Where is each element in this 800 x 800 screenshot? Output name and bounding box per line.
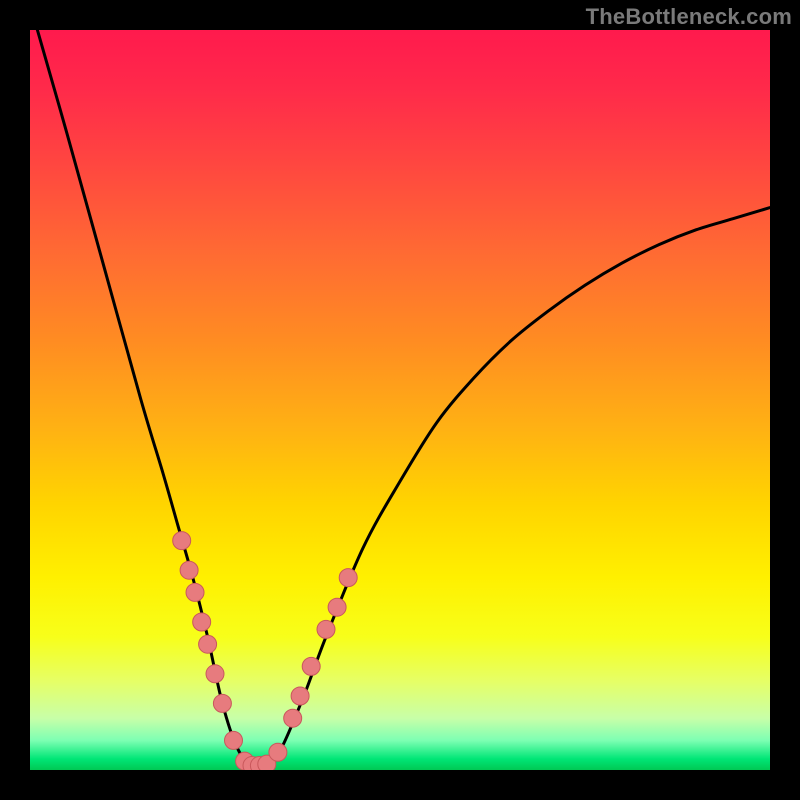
watermark-text: TheBottleneck.com <box>586 4 792 30</box>
highlight-dot <box>328 598 346 616</box>
highlight-dot <box>213 694 231 712</box>
highlight-dot <box>193 613 211 631</box>
highlight-dot <box>317 620 335 638</box>
bottleneck-curve-path <box>37 30 770 769</box>
highlight-dot <box>199 635 217 653</box>
highlight-dot <box>302 657 320 675</box>
highlight-dot <box>291 687 309 705</box>
plot-area <box>30 30 770 770</box>
highlight-dot <box>269 743 287 761</box>
highlight-dot <box>225 731 243 749</box>
highlight-dot <box>186 583 204 601</box>
highlight-dot <box>173 532 191 550</box>
highlight-dot <box>284 709 302 727</box>
curve-layer <box>30 30 770 770</box>
highlight-dot <box>339 569 357 587</box>
chart-frame: TheBottleneck.com <box>0 0 800 800</box>
bottleneck-curve <box>37 30 770 769</box>
highlighted-points <box>173 532 358 770</box>
highlight-dot <box>206 665 224 683</box>
highlight-dot <box>180 561 198 579</box>
